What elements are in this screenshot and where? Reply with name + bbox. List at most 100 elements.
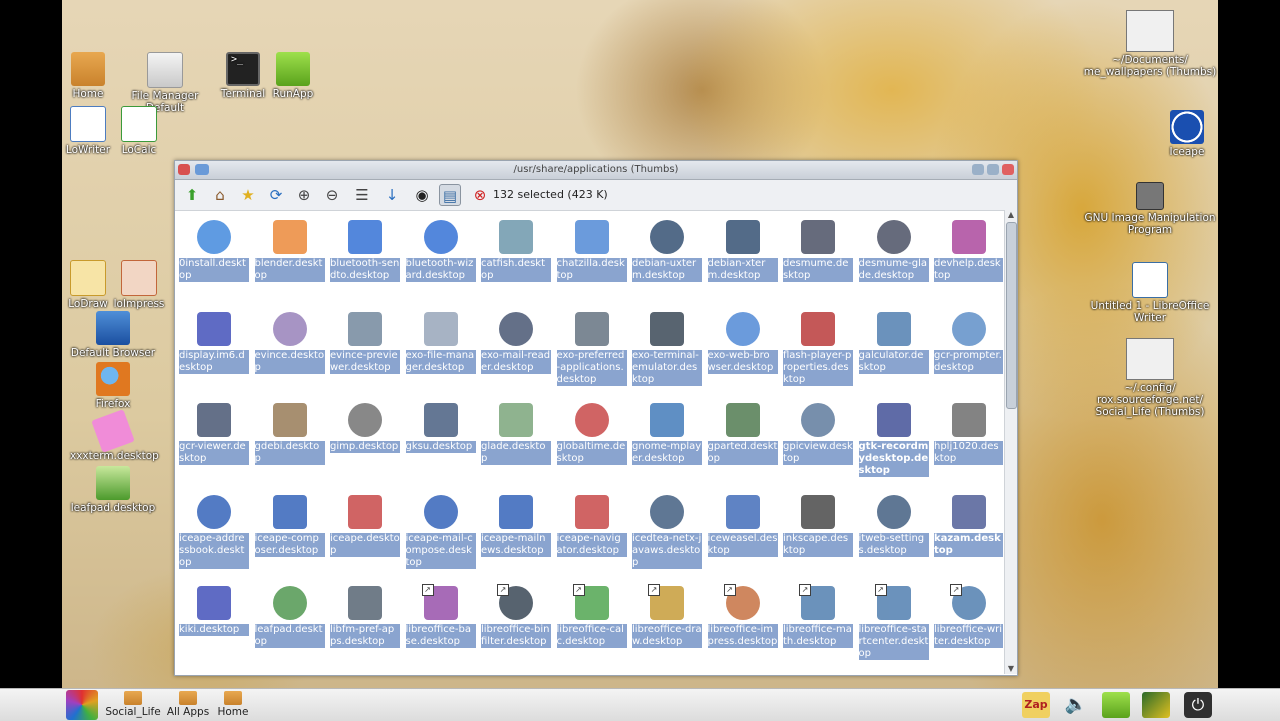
file-item[interactable]: ↗ libreoffice-calc.desktop bbox=[555, 580, 630, 672]
scroll-down-icon[interactable]: ▼ bbox=[1005, 664, 1017, 674]
file-item[interactable]: desmume.desktop bbox=[781, 214, 856, 306]
file-item[interactable]: debian-uxterm.desktop bbox=[630, 214, 705, 306]
file-item[interactable]: 0install.desktop bbox=[177, 214, 252, 306]
file-item[interactable]: catfish.desktop bbox=[479, 214, 554, 306]
desktop-icon-home[interactable]: Home bbox=[62, 52, 131, 100]
desktop-icon-xxxterm[interactable]: xxxterm.desktop bbox=[70, 409, 159, 462]
desktop-icon-iceape[interactable]: Iceape bbox=[1144, 110, 1218, 158]
desktop-icon-leafpad[interactable]: leafpad.desktop bbox=[70, 466, 156, 514]
file-item[interactable]: iceape-addressbook.desktop bbox=[177, 489, 252, 581]
up-arrow-icon[interactable]: ⬆ bbox=[181, 184, 203, 206]
file-item[interactable]: evince-previewer.desktop bbox=[328, 306, 403, 398]
file-item[interactable]: gksu.desktop bbox=[404, 397, 479, 489]
taskbar-item-home[interactable]: Home bbox=[214, 691, 252, 718]
desktop-icon-localc[interactable]: LoCalc bbox=[96, 106, 182, 156]
desktop-icon-social-life-thumbs[interactable]: ~/.config/ rox.sourceforge.net/ Social_L… bbox=[1080, 338, 1218, 418]
file-item[interactable]: gparted.desktop bbox=[706, 397, 781, 489]
file-item[interactable]: iceape-navigator.desktop bbox=[555, 489, 630, 581]
file-item[interactable]: ↗ libreoffice-writer.desktop bbox=[932, 580, 1003, 672]
file-item[interactable]: gcr-prompter.desktop bbox=[932, 306, 1003, 398]
file-item[interactable]: exo-file-manager.desktop bbox=[404, 306, 479, 398]
file-item[interactable]: iceape-mail-compose.desktop bbox=[404, 489, 479, 581]
file-item[interactable]: gimp.desktop bbox=[328, 397, 403, 489]
file-item[interactable]: evince.desktop bbox=[253, 306, 328, 398]
xfce-tray-icon[interactable] bbox=[1142, 692, 1170, 718]
file-icon bbox=[952, 403, 986, 437]
maximize-icon[interactable] bbox=[987, 164, 999, 175]
file-item[interactable]: icedtea-netx-javaws.desktop bbox=[630, 489, 705, 581]
file-item[interactable]: blender.desktop bbox=[253, 214, 328, 306]
start-menu-icon[interactable] bbox=[66, 690, 98, 720]
file-item[interactable]: gpicview.desktop bbox=[781, 397, 856, 489]
file-item[interactable]: debian-xterm.desktop bbox=[706, 214, 781, 306]
file-item[interactable]: ↗ libreoffice-startcenter.desktop bbox=[857, 580, 932, 672]
desktop-icon-firefox[interactable]: Firefox bbox=[70, 362, 156, 410]
file-item[interactable]: exo-preferred-applications.desktop bbox=[555, 306, 630, 398]
file-item[interactable]: iceweasel.desktop bbox=[706, 489, 781, 581]
desktop-icon-file-manager[interactable]: File Manager Default bbox=[122, 52, 208, 114]
desktop-icon-wallpapers-thumbs[interactable]: ~/Documents/ me_wallpapers (Thumbs) bbox=[1080, 10, 1218, 78]
bookmarks-icon[interactable]: ★ bbox=[237, 184, 259, 206]
close-window-icon[interactable] bbox=[1002, 164, 1014, 175]
file-item[interactable]: display.im6.desktop bbox=[177, 306, 252, 398]
file-item[interactable]: kiki.desktop bbox=[177, 580, 252, 672]
file-item[interactable]: iceape.desktop bbox=[328, 489, 403, 581]
file-item[interactable]: iceape-composer.desktop bbox=[253, 489, 328, 581]
file-item[interactable]: kazam.desktop bbox=[932, 489, 1003, 581]
file-item[interactable]: exo-mail-reader.desktop bbox=[479, 306, 554, 398]
scrollbar-thumb[interactable] bbox=[1006, 222, 1017, 409]
file-item[interactable]: gdebi.desktop bbox=[253, 397, 328, 489]
desktop-icon-untitled-writer[interactable]: Untitled 1 - LibreOffice Writer bbox=[1080, 262, 1218, 324]
file-item[interactable]: ↗ libreoffice-binfilter.desktop bbox=[479, 580, 554, 672]
file-item[interactable]: gnome-mplayer.desktop bbox=[630, 397, 705, 489]
zoom-out-icon[interactable]: ⊖ bbox=[321, 184, 343, 206]
file-item[interactable]: inkscape.desktop bbox=[781, 489, 856, 581]
desktop-icon-label: leafpad.desktop bbox=[70, 502, 156, 514]
sort-icon[interactable]: ↓ bbox=[381, 184, 403, 206]
file-item[interactable]: hplj1020.desktop bbox=[932, 397, 1003, 489]
run-icon[interactable] bbox=[1102, 692, 1130, 718]
taskbar-item-social-life[interactable]: Social_Life bbox=[104, 691, 162, 718]
desktop-icon-default-browser[interactable]: Default Browser bbox=[70, 311, 156, 359]
window-titlebar[interactable]: /usr/share/applications (Thumbs) bbox=[175, 161, 1017, 180]
details-view-icon[interactable]: ☰ bbox=[351, 184, 373, 206]
file-item[interactable]: itweb-settings.desktop bbox=[857, 489, 932, 581]
file-item[interactable]: exo-terminal-emulator.desktop bbox=[630, 306, 705, 398]
home-icon[interactable]: ⌂ bbox=[209, 184, 231, 206]
file-item[interactable]: bluetooth-wizard.desktop bbox=[404, 214, 479, 306]
file-item[interactable]: glade.desktop bbox=[479, 397, 554, 489]
file-item[interactable]: desmume-glade.desktop bbox=[857, 214, 932, 306]
file-item[interactable]: galculator.desktop bbox=[857, 306, 932, 398]
file-item[interactable]: bluetooth-sendto.desktop bbox=[328, 214, 403, 306]
file-item[interactable]: chatzilla.desktop bbox=[555, 214, 630, 306]
file-item[interactable]: libfm-pref-apps.desktop bbox=[328, 580, 403, 672]
file-item[interactable]: exo-web-browser.desktop bbox=[706, 306, 781, 398]
file-item[interactable]: ↗ libreoffice-base.desktop bbox=[404, 580, 479, 672]
file-item[interactable]: gtk-recordmydesktop.desktop bbox=[857, 397, 932, 489]
file-label: bluetooth-sendto.desktop bbox=[330, 258, 400, 282]
file-item[interactable]: globaltime.desktop bbox=[555, 397, 630, 489]
taskbar-item-all-apps[interactable]: All Apps bbox=[166, 691, 210, 718]
file-item[interactable]: flash-player-properties.desktop bbox=[781, 306, 856, 398]
file-item[interactable]: gcr-viewer.desktop bbox=[177, 397, 252, 489]
file-item[interactable]: ↗ libreoffice-math.desktop bbox=[781, 580, 856, 672]
zoom-in-icon[interactable]: ⊕ bbox=[293, 184, 315, 206]
vertical-scrollbar[interactable]: ▲ ▼ bbox=[1004, 210, 1017, 674]
file-item[interactable]: devhelp.desktop bbox=[932, 214, 1003, 306]
minimize-icon[interactable] bbox=[972, 164, 984, 175]
desktop-icon-runapp[interactable]: RunApp bbox=[250, 52, 336, 100]
desktop-icon-gimp[interactable]: GNU Image Manipulation Program bbox=[1080, 182, 1218, 236]
scroll-up-icon[interactable]: ▲ bbox=[1005, 210, 1017, 220]
power-icon[interactable]: ⏻ bbox=[1184, 692, 1212, 718]
help-lifebuoy-icon[interactable]: ⊗ bbox=[469, 184, 491, 206]
refresh-icon[interactable]: ⟳ bbox=[265, 184, 287, 206]
file-item[interactable]: iceape-mailnews.desktop bbox=[479, 489, 554, 581]
file-item[interactable]: ↗ libreoffice-draw.desktop bbox=[630, 580, 705, 672]
file-item[interactable]: ↗ libreoffice-impress.desktop bbox=[706, 580, 781, 672]
volume-icon[interactable]: 🔈 bbox=[1062, 692, 1090, 718]
select-all-icon[interactable]: ▤ bbox=[439, 184, 461, 206]
show-hidden-eye-icon[interactable]: ◉ bbox=[411, 184, 433, 206]
desktop-icon-loimpress[interactable]: loImpress bbox=[96, 260, 182, 310]
file-item[interactable]: leafpad.desktop bbox=[253, 580, 328, 672]
zap-icon[interactable]: Zap bbox=[1022, 692, 1050, 718]
